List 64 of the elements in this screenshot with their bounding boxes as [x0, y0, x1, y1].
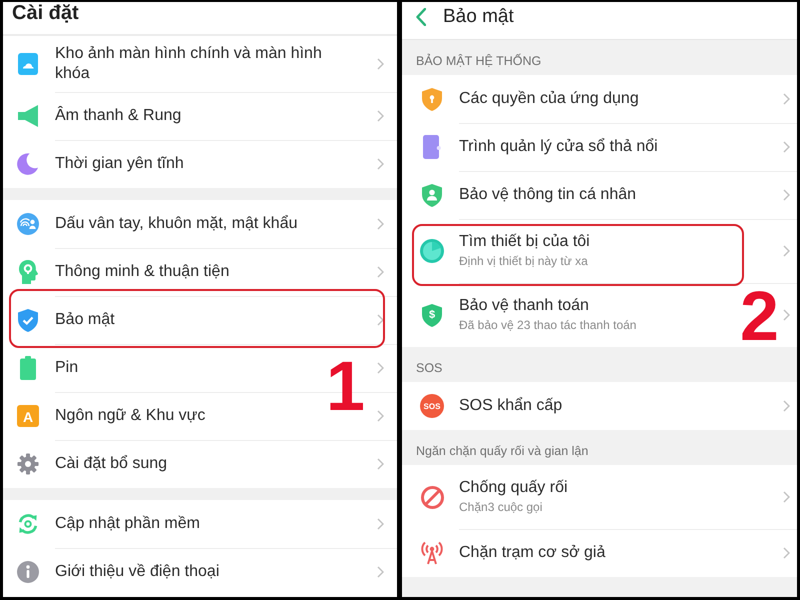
- chevron-right-icon: [377, 218, 384, 230]
- chevron-right-icon: [377, 314, 384, 326]
- item-subtitle: Chặn3 cuộc gọi: [459, 499, 544, 516]
- gear-icon: [17, 453, 39, 475]
- picture-icon: [18, 53, 38, 75]
- chevron-right-icon: [377, 458, 384, 470]
- settings-item[interactable]: Giới thiệu về điện thoại: [3, 548, 397, 596]
- prohibited-icon: [420, 486, 444, 508]
- chevron-right-icon: [377, 362, 384, 374]
- shield-keyhole-icon: [422, 88, 442, 110]
- chevron-right-icon: [783, 93, 790, 105]
- screen-title: Bảo mật: [443, 6, 514, 28]
- head-icon: [18, 260, 38, 284]
- chevron-right-icon: [377, 266, 384, 278]
- chevron-right-icon: [783, 245, 790, 257]
- item-subtitle: Định vị thiết bị này từ xa: [459, 253, 589, 270]
- chevron-right-icon: [377, 410, 384, 422]
- antenna-tower-icon: [421, 541, 443, 565]
- settings-item[interactable]: Bảo vệ thông tin cá nhân: [402, 171, 797, 219]
- refresh-icon: [17, 513, 39, 535]
- moon-icon: [17, 153, 39, 175]
- section-header: BẢO MẬT HỆ THỐNG: [416, 54, 542, 69]
- shield-dollar-icon: $: [422, 304, 442, 326]
- fingerprint-icon: [17, 213, 39, 235]
- chevron-right-icon: [377, 566, 384, 578]
- chevron-right-icon: [377, 58, 384, 70]
- settings-item[interactable]: Bảo mật: [3, 296, 397, 344]
- back-icon[interactable]: [416, 8, 426, 26]
- chevron-right-icon: [783, 309, 790, 321]
- item-subtitle: Đã bảo vệ 23 thao tác thanh toán: [459, 317, 636, 334]
- chevron-right-icon: [783, 491, 790, 503]
- chevron-right-icon: [783, 400, 790, 412]
- settings-item[interactable]: Cài đặt bổ sung: [3, 440, 397, 488]
- section-header: Ngăn chặn quấy rối và gian lận: [416, 444, 588, 459]
- settings-item[interactable]: Các quyền của ứng dụng: [402, 75, 797, 123]
- settings-item[interactable]: SOS SOS khẩn cấp: [402, 382, 797, 430]
- sos-icon: SOS: [420, 394, 444, 418]
- settings-item[interactable]: Thời gian yên tĩnh: [3, 140, 397, 188]
- settings-item[interactable]: Dấu vân tay, khuôn mặt, mật khẩu: [3, 200, 397, 248]
- chevron-right-icon: [377, 518, 384, 530]
- chevron-right-icon: [377, 158, 384, 170]
- settings-item[interactable]: Âm thanh & Rung: [3, 92, 397, 140]
- step-number: 1: [326, 351, 365, 421]
- chevron-right-icon: [783, 141, 790, 153]
- radar-icon: [420, 239, 444, 263]
- phone-icon: [423, 135, 441, 159]
- settings-item[interactable]: Chặn trạm cơ sở giả: [402, 529, 797, 577]
- settings-item[interactable]: Kho ảnh màn hình chính và màn hình khóa: [3, 36, 397, 92]
- shield-check-icon: [18, 308, 38, 332]
- info-icon: [17, 561, 39, 583]
- speaker-icon: [18, 105, 38, 127]
- screen-title: Cài đặt: [12, 2, 79, 24]
- chevron-right-icon: [377, 110, 384, 122]
- letter-tile-icon: A: [17, 405, 39, 427]
- chevron-right-icon: [783, 547, 790, 559]
- settings-item[interactable]: Thông minh & thuận tiện: [3, 248, 397, 296]
- settings-item[interactable]: Chống quấy rối Chặn3 cuộc gọi: [402, 465, 797, 529]
- battery-icon: [20, 356, 36, 380]
- shield-person-icon: [422, 184, 442, 206]
- settings-item[interactable]: Trình quản lý cửa sổ thả nổi: [402, 123, 797, 171]
- settings-item[interactable]: Cập nhật phần mềm: [3, 500, 397, 548]
- section-header: SOS: [416, 361, 442, 376]
- settings-item[interactable]: Tìm thiết bị của tôi Định vị thiết bị này từ xa: [402, 219, 797, 283]
- chevron-right-icon: [783, 189, 790, 201]
